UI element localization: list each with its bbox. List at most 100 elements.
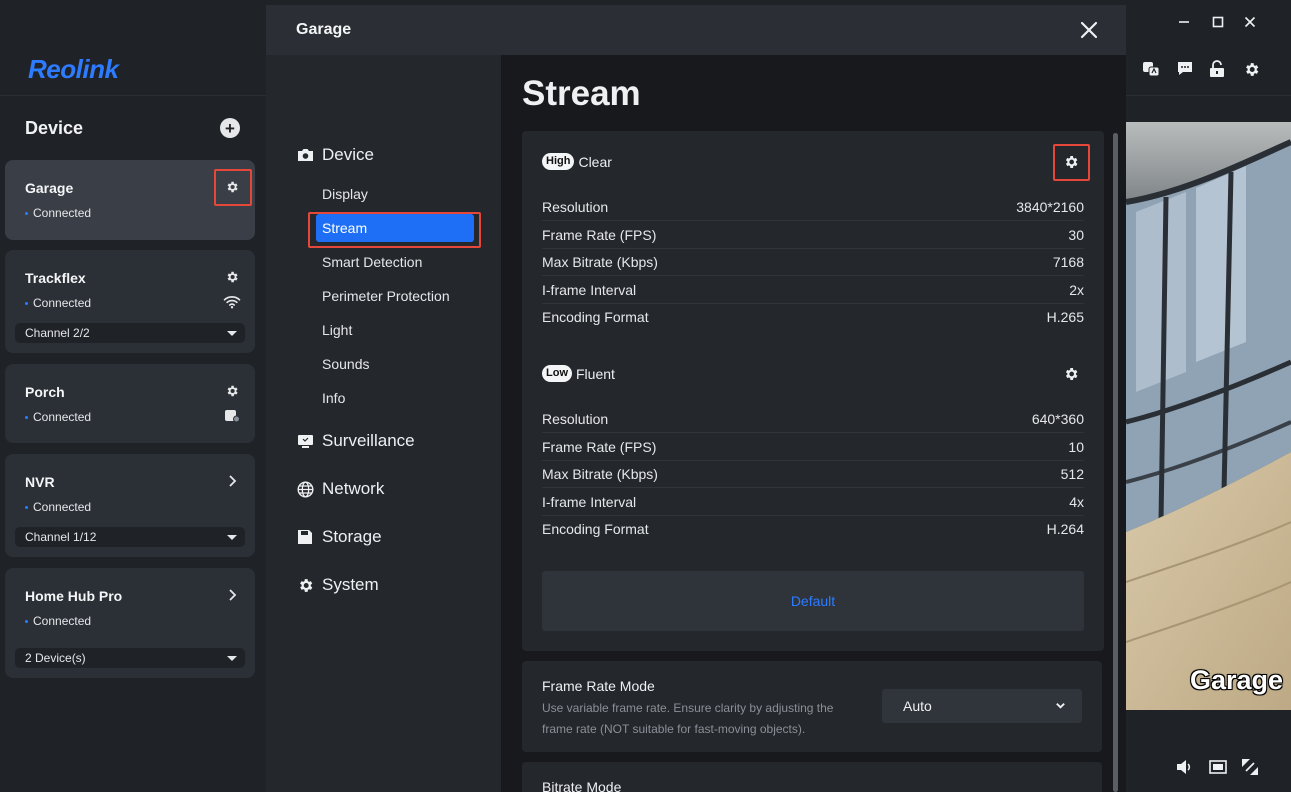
frame-rate-mode-title: Frame Rate Mode: [542, 678, 655, 694]
battery-icon: [223, 407, 241, 425]
caret-down-icon: [227, 535, 237, 540]
highlight-box: [1053, 144, 1090, 181]
device-name: Trackflex: [25, 270, 86, 286]
device-sidebar: Reolink Device + Garage Connected Trackf…: [0, 0, 266, 792]
nav-section-storage[interactable]: Storage: [296, 527, 382, 547]
nav-item-sounds[interactable]: Sounds: [322, 356, 369, 372]
device-card-nvr[interactable]: NVR Connected Channel 1/12: [5, 454, 255, 557]
nav-item-smart-detection[interactable]: Smart Detection: [322, 254, 422, 270]
high-stream-header: High Clear: [542, 153, 612, 170]
channel-select[interactable]: Channel 1/12: [15, 527, 245, 547]
chevron-right-icon[interactable]: [223, 586, 241, 604]
add-device-button[interactable]: +: [220, 118, 240, 138]
param-row: Encoding Format H.264: [542, 521, 1084, 537]
device-name: Garage: [25, 180, 74, 196]
wifi-icon: [223, 293, 241, 311]
param-row: Encoding Format H.265: [542, 309, 1084, 325]
device-name: Home Hub Pro: [25, 588, 123, 604]
monitor-icon: [296, 432, 314, 450]
low-stream-settings-button[interactable]: [1062, 365, 1080, 383]
aspect-ratio-button[interactable]: [1207, 756, 1229, 778]
settings-content: Stream High Clear Resolution 3840*2160 Fr…: [501, 55, 1126, 792]
device-status: Connected: [25, 410, 91, 424]
param-row: Resolution 3840*2160: [542, 194, 1084, 221]
close-button[interactable]: [1078, 19, 1100, 41]
settings-nav: Device Display Stream Smart Detection Pe…: [266, 55, 501, 792]
floppy-disk-icon: [296, 528, 314, 546]
window-close-button[interactable]: [1238, 10, 1262, 34]
maximize-button[interactable]: [1206, 10, 1230, 34]
translate-button[interactable]: [1140, 58, 1162, 80]
device-card-trackflex[interactable]: Trackflex Connected Channel 2/2: [5, 250, 255, 353]
close-icon: [1244, 16, 1256, 28]
stream-name: Clear: [578, 153, 612, 170]
low-stream-header: Low Fluent: [542, 365, 615, 382]
minimize-icon: [1179, 21, 1189, 23]
camera-live-view[interactable]: Garage: [1126, 122, 1291, 710]
modal-header: Garage: [266, 5, 1126, 55]
gear-icon: [1065, 368, 1078, 380]
maximize-icon: [1212, 16, 1224, 28]
device-name: NVR: [25, 474, 55, 490]
fullscreen-icon: [1242, 759, 1258, 775]
status-dot: [25, 619, 28, 623]
nav-item-stream[interactable]: Stream: [322, 220, 367, 236]
settings-modal: Garage Device Display Stream Smart Detec…: [266, 5, 1126, 792]
nav-item-display[interactable]: Display: [322, 186, 368, 202]
bitrate-mode-panel: Bitrate Mode: [522, 762, 1102, 792]
frame-rate-mode-select[interactable]: Auto: [882, 689, 1082, 723]
gear-icon[interactable]: [223, 382, 241, 400]
stream-panel: High Clear Resolution 3840*2160 Frame Rat…: [522, 131, 1104, 651]
app-settings-button[interactable]: [1240, 58, 1262, 80]
nav-section-network[interactable]: Network: [296, 479, 384, 499]
device-card-home-hub-pro[interactable]: Home Hub Pro Connected 2 Device(s): [5, 568, 255, 678]
caret-down-icon: [227, 656, 237, 661]
plus-icon: +: [225, 118, 235, 138]
device-status: Connected: [25, 614, 91, 628]
chevron-right-icon[interactable]: [223, 472, 241, 490]
param-row: Max Bitrate (Kbps) 7168: [542, 249, 1084, 276]
status-dot: [25, 301, 28, 305]
fullscreen-button[interactable]: [1239, 756, 1261, 778]
speaker-icon: [1177, 760, 1191, 774]
default-button[interactable]: Default: [542, 571, 1084, 631]
device-status: Connected: [25, 206, 91, 220]
gear-icon[interactable]: [223, 268, 241, 286]
param-row: Resolution 640*360: [542, 406, 1084, 433]
device-status: Connected: [25, 500, 91, 514]
nav-item-perimeter-protection[interactable]: Perimeter Protection: [322, 288, 450, 304]
modal-title: Garage: [296, 21, 352, 38]
channel-select[interactable]: Channel 2/2: [15, 323, 245, 343]
device-count-select[interactable]: 2 Device(s): [15, 648, 245, 668]
scrollbar-thumb[interactable]: [1113, 133, 1118, 792]
translate-icon: [1143, 62, 1160, 77]
nav-section-surveillance[interactable]: Surveillance: [296, 431, 415, 451]
live-view-pane: Garage: [1126, 0, 1291, 792]
divider: [1126, 95, 1291, 96]
stream-name: Fluent: [576, 365, 615, 382]
gear-icon: [1245, 62, 1258, 76]
nav-item-light[interactable]: Light: [322, 322, 352, 338]
close-icon: [1080, 21, 1098, 39]
unlock-icon: [1210, 60, 1224, 77]
gear-icon: [296, 576, 314, 594]
device-name: Porch: [25, 384, 65, 400]
camera-feed-image: [1126, 122, 1291, 710]
lock-button[interactable]: [1206, 58, 1228, 80]
message-button[interactable]: [1174, 58, 1196, 80]
param-row: I-frame Interval 4x: [542, 489, 1084, 516]
camera-icon: [296, 146, 314, 164]
param-row: Frame Rate (FPS) 10: [542, 434, 1084, 461]
globe-icon: [296, 480, 314, 498]
volume-button[interactable]: [1173, 756, 1195, 778]
chevron-down-icon: [1056, 703, 1065, 709]
screen-icon: [1209, 760, 1227, 774]
frame-rate-mode-description: Use variable frame rate. Ensure clarity …: [542, 701, 834, 736]
minimize-button[interactable]: [1172, 10, 1196, 34]
nav-section-system[interactable]: System: [296, 575, 379, 595]
status-dot: [25, 211, 28, 215]
nav-item-info[interactable]: Info: [322, 390, 345, 406]
device-card-porch[interactable]: Porch Connected: [5, 364, 255, 443]
nav-section-device[interactable]: Device: [296, 145, 374, 165]
caret-down-icon: [227, 331, 237, 336]
